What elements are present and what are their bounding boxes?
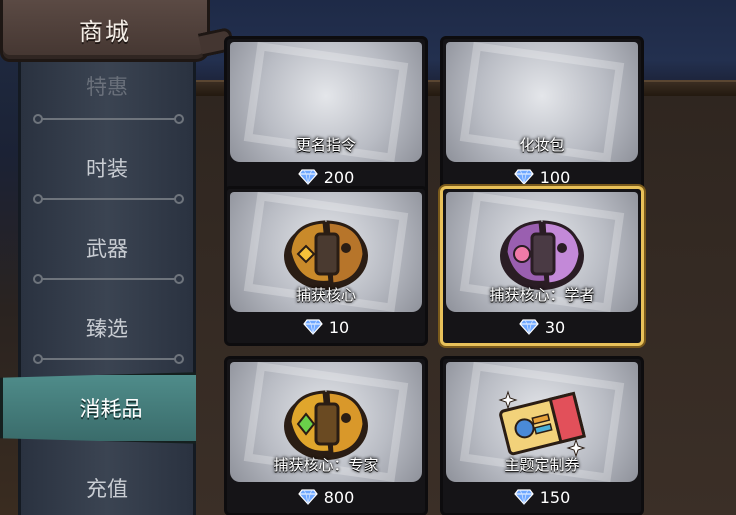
ticket-icon bbox=[498, 390, 587, 458]
shop-item-capture-core[interactable]: 捕获核心 10 bbox=[224, 186, 428, 346]
price-bar: 800 bbox=[230, 484, 422, 510]
sidebar-item-label: 时装 bbox=[86, 157, 128, 181]
category-sidebar[interactable]: 特惠 时装 武器 臻选 充值 bbox=[18, 56, 196, 515]
shop-item-capture-core-expert[interactable]: 捕获核心：专家 800 bbox=[224, 356, 428, 515]
sidebar-item-label: 武器 bbox=[86, 237, 128, 261]
sidebar-item-label: 特惠 bbox=[86, 75, 128, 99]
item-name: 更名指令 bbox=[295, 136, 356, 154]
sidebar-item-label: 消耗品 bbox=[79, 397, 143, 421]
divider bbox=[33, 274, 184, 284]
item-price: 150 bbox=[539, 487, 571, 507]
divider bbox=[33, 354, 184, 364]
diamond-icon bbox=[513, 489, 534, 505]
page-title: 商城 bbox=[79, 18, 131, 46]
item-name: 化妆包 bbox=[519, 136, 565, 154]
divider bbox=[33, 194, 184, 204]
diamond-icon bbox=[297, 169, 318, 185]
shop-item-rename[interactable]: 更名指令 200 bbox=[224, 36, 428, 196]
shop-grid[interactable]: 更名指令 200 化妆包 100 捕获核心 10 捕获核心：学者 30 捕获核心… bbox=[196, 36, 736, 515]
shop-item-capture-core-scholar[interactable]: 捕获核心：学者 30 bbox=[440, 186, 644, 346]
item-name: 捕获核心：学者 bbox=[489, 286, 595, 304]
item-price: 800 bbox=[323, 487, 355, 507]
divider bbox=[33, 114, 184, 124]
item-name: 主题定制券 bbox=[504, 456, 580, 474]
item-price: 100 bbox=[539, 167, 571, 187]
sidebar-item-fashion[interactable]: 时装 bbox=[21, 128, 193, 208]
price-bar: 10 bbox=[230, 314, 422, 340]
sidebar-item-consumables[interactable]: 消耗品 bbox=[0, 372, 222, 444]
sidebar-item-label: 充值 bbox=[86, 477, 128, 501]
sidebar-item-weapons[interactable]: 武器 bbox=[21, 208, 193, 288]
shop-item-makeup-kit[interactable]: 化妆包 100 bbox=[440, 36, 644, 196]
title-plaque: 商城 bbox=[0, 0, 210, 62]
item-price: 30 bbox=[544, 317, 566, 337]
diamond-icon bbox=[297, 489, 318, 505]
item-name: 捕获核心：专家 bbox=[273, 456, 379, 474]
sidebar-item-recharge[interactable]: 充值 bbox=[21, 448, 193, 515]
item-price: 200 bbox=[323, 167, 355, 187]
sidebar-item-label: 臻选 bbox=[86, 317, 128, 341]
item-name: 捕获核心 bbox=[295, 286, 356, 304]
diamond-icon bbox=[303, 319, 323, 335]
diamond-icon bbox=[519, 319, 539, 335]
price-bar: 30 bbox=[446, 314, 638, 340]
diamond-icon bbox=[513, 169, 534, 185]
price-bar: 150 bbox=[446, 484, 638, 510]
shop-item-theme-ticket[interactable]: 主题定制券 150 bbox=[440, 356, 644, 515]
sidebar-item-special-offer[interactable]: 特惠 bbox=[21, 56, 193, 116]
sidebar-item-premium[interactable]: 臻选 bbox=[21, 288, 193, 368]
item-price: 10 bbox=[328, 317, 350, 337]
